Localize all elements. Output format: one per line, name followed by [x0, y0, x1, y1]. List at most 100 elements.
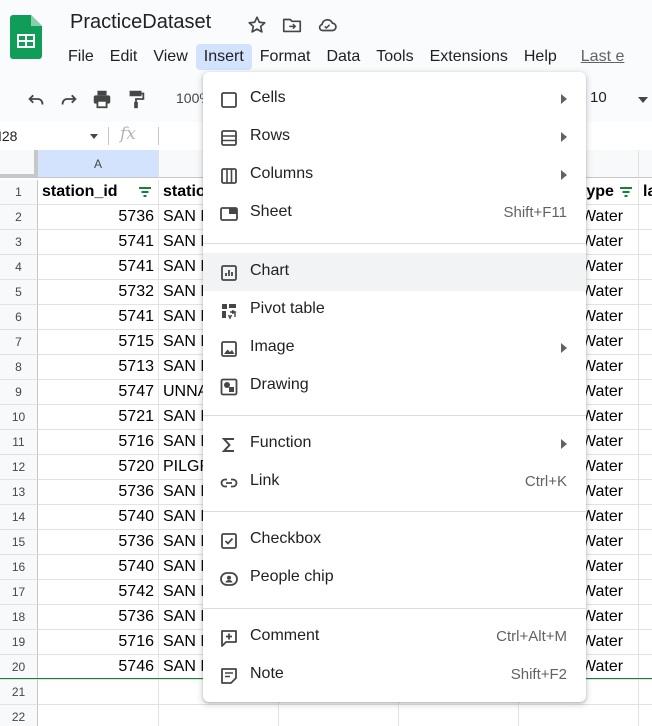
cell-station-id[interactable]: 5720: [38, 455, 159, 480]
cell-empty[interactable]: [639, 555, 652, 580]
cell-empty[interactable]: [639, 355, 652, 380]
cell-station-id[interactable]: 5746: [38, 655, 159, 680]
menu-item-chart[interactable]: Chart: [203, 253, 586, 291]
select-all-corner[interactable]: [0, 150, 38, 178]
row-number[interactable]: 16: [0, 555, 38, 580]
cell-station-id[interactable]: 5740: [38, 505, 159, 530]
menu-tools[interactable]: Tools: [368, 44, 421, 70]
font-size-field[interactable]: 10: [590, 89, 607, 106]
cell-empty[interactable]: [279, 705, 399, 726]
row-number[interactable]: 6: [0, 305, 38, 330]
cell-station-id[interactable]: 5736: [38, 205, 159, 230]
row-number[interactable]: 5: [0, 280, 38, 305]
column-header-a[interactable]: A: [38, 150, 159, 178]
menu-item-columns[interactable]: Columns: [203, 156, 586, 194]
cell-empty[interactable]: [639, 680, 652, 705]
cell-empty[interactable]: [639, 280, 652, 305]
document-title[interactable]: PracticeDataset: [70, 11, 211, 34]
cell-station-id[interactable]: 5713: [38, 355, 159, 380]
star-icon[interactable]: [246, 14, 268, 36]
menu-item-rows[interactable]: Rows: [203, 118, 586, 156]
redo-icon[interactable]: [58, 88, 80, 110]
row-number[interactable]: 7: [0, 330, 38, 355]
cell-station-id[interactable]: 5740: [38, 555, 159, 580]
menu-item-link[interactable]: Link Ctrl+K: [203, 463, 586, 501]
filter-icon[interactable]: [138, 185, 152, 199]
print-icon[interactable]: [91, 88, 113, 110]
menu-item-people-chip[interactable]: People chip: [203, 559, 586, 597]
cell-empty[interactable]: [639, 255, 652, 280]
toolbar-more-caret-icon[interactable]: [638, 97, 648, 103]
row-number[interactable]: 10: [0, 405, 38, 430]
cell-empty[interactable]: [639, 630, 652, 655]
menu-item-cells[interactable]: Cells: [203, 80, 586, 118]
header-cell-station-id[interactable]: station_id: [38, 180, 159, 205]
cell-station-id[interactable]: 5736: [38, 605, 159, 630]
cell-station-id[interactable]: 5715: [38, 330, 159, 355]
menu-item-sheet[interactable]: Sheet Shift+F11: [203, 194, 586, 232]
cell-station-id[interactable]: 5747: [38, 380, 159, 405]
row-number[interactable]: 2: [0, 205, 38, 230]
menu-item-note[interactable]: Note Shift+F2: [203, 656, 586, 694]
cell-station-id[interactable]: [38, 680, 159, 705]
menu-item-drawing[interactable]: Drawing: [203, 367, 586, 405]
row-number[interactable]: 3: [0, 230, 38, 255]
cell-empty[interactable]: [639, 580, 652, 605]
cell-empty[interactable]: [639, 605, 652, 630]
cell-station-id[interactable]: 5732: [38, 280, 159, 305]
cell-empty[interactable]: [639, 405, 652, 430]
row-number[interactable]: 4: [0, 255, 38, 280]
name-box[interactable]: I28: [0, 122, 104, 150]
cell-station-id[interactable]: 5716: [38, 430, 159, 455]
cell-empty[interactable]: [639, 480, 652, 505]
row-number[interactable]: 9: [0, 380, 38, 405]
header-cell-last[interactable]: la: [639, 180, 652, 205]
cell-station-name[interactable]: [159, 705, 279, 726]
cell-empty[interactable]: [639, 530, 652, 555]
menu-format[interactable]: Format: [252, 44, 319, 70]
cell-station-id[interactable]: 5742: [38, 580, 159, 605]
row-number[interactable]: 20: [0, 655, 38, 680]
column-header-f[interactable]: [639, 150, 652, 178]
menu-data[interactable]: Data: [318, 44, 368, 70]
cell-station-id[interactable]: 5716: [38, 630, 159, 655]
cell-station-id[interactable]: 5736: [38, 530, 159, 555]
row-number[interactable]: 21: [0, 680, 38, 705]
cell-empty[interactable]: [639, 380, 652, 405]
row-number[interactable]: 11: [0, 430, 38, 455]
cell-station-id[interactable]: [38, 705, 159, 726]
filter-icon[interactable]: [619, 185, 633, 199]
row-number[interactable]: 19: [0, 630, 38, 655]
row-number[interactable]: 18: [0, 605, 38, 630]
row-number[interactable]: 13: [0, 480, 38, 505]
cell-empty[interactable]: [639, 705, 652, 726]
menu-extensions[interactable]: Extensions: [422, 44, 516, 70]
cell-empty[interactable]: [639, 230, 652, 255]
menu-item-function[interactable]: Function: [203, 425, 586, 463]
menu-help[interactable]: Help: [516, 44, 565, 70]
cell-station-id[interactable]: 5741: [38, 230, 159, 255]
row-number[interactable]: 15: [0, 530, 38, 555]
row-number[interactable]: 14: [0, 505, 38, 530]
menu-edit[interactable]: Edit: [102, 44, 146, 70]
cloud-saved-icon[interactable]: [316, 14, 338, 36]
cell-empty[interactable]: [639, 330, 652, 355]
menu-insert[interactable]: Insert: [195, 44, 252, 70]
sheets-logo-icon[interactable]: [10, 15, 42, 59]
last-edit-link[interactable]: Last e: [573, 44, 633, 70]
row-number[interactable]: 8: [0, 355, 38, 380]
cell-station-id[interactable]: 5741: [38, 305, 159, 330]
cell-empty[interactable]: [639, 655, 652, 680]
row-number[interactable]: 12: [0, 455, 38, 480]
paint-format-icon[interactable]: [125, 88, 147, 110]
menu-view[interactable]: View: [145, 44, 195, 70]
move-to-folder-icon[interactable]: [281, 14, 303, 36]
undo-icon[interactable]: [25, 88, 47, 110]
cell-empty[interactable]: [639, 305, 652, 330]
menu-file[interactable]: File: [60, 44, 102, 70]
menu-item-image[interactable]: Image: [203, 329, 586, 367]
cell-station-id[interactable]: 5736: [38, 480, 159, 505]
cell-empty[interactable]: [639, 205, 652, 230]
cell-empty[interactable]: [639, 455, 652, 480]
row-number[interactable]: 17: [0, 580, 38, 605]
